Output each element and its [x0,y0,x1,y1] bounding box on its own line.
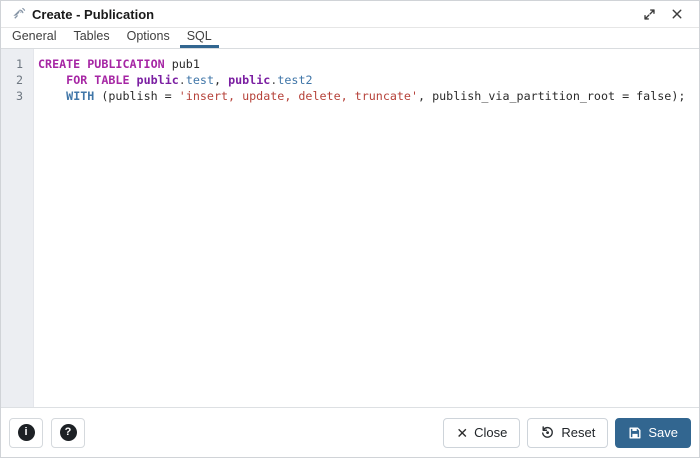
line-number-gutter: 1 2 3 [1,49,34,407]
close-dialog-button[interactable]: ✕ Close [443,417,521,448]
line-number: 3 [15,89,23,103]
code-token: , [213,73,229,87]
publication-satellite-icon [11,7,26,22]
reset-button-label: Reset [561,425,596,440]
line-number: 2 [15,73,23,87]
save-button[interactable]: Save [615,417,691,448]
code-token: public [228,73,271,87]
close-icon [672,9,682,19]
close-button-label: Close [474,425,508,440]
code-line[interactable]: FOR TABLE public.test, public.test2 [38,72,699,88]
line-number: 1 [15,57,23,71]
code-line[interactable]: CREATE PUBLICATION pub1 [38,56,699,72]
tab-general[interactable]: General [5,28,63,48]
code-token: (publish = [94,89,179,103]
help-button[interactable]: ? [51,417,85,448]
dialog-title: Create - Publication [32,6,155,22]
code-token: WITH [66,89,95,103]
tab-bar: General Tables Options SQL [1,28,699,49]
code-token: test2 [277,73,313,87]
code-line[interactable]: WITH (publish = 'insert, update, delete,… [38,88,699,104]
code-token: FOR TABLE [66,73,130,87]
sql-editor[interactable]: 1 2 3 CREATE PUBLICATION pub1 FOR TABLE pu… [1,49,699,407]
reset-icon [542,426,554,438]
info-icon: i [17,424,35,441]
reset-button[interactable]: Reset [527,417,609,448]
close-button[interactable] [667,4,687,24]
code-token: 'insert, update, delete, truncate' [178,89,419,103]
info-button[interactable]: i [9,417,43,448]
save-button-label: Save [648,425,678,440]
maximize-button[interactable] [639,4,659,24]
code-token: , publish_via_partition_root = false); [418,89,686,103]
save-icon [629,426,641,439]
close-x-icon: ✕ [456,424,469,441]
title-bar: Create - Publication [1,1,699,28]
code-token: CREATE PUBLICATION [38,57,165,71]
tab-tables[interactable]: Tables [66,28,116,48]
create-publication-dialog: Create - Publication General Tables Option… [0,0,700,458]
expand-diagonal-icon [643,8,655,20]
code-token: test [185,73,214,87]
footer: i ? ✕ Close Reset Save [1,407,699,457]
tab-sql[interactable]: SQL [179,28,219,48]
sql-code[interactable]: CREATE PUBLICATION pub1 FOR TABLE public… [34,49,699,407]
help-icon: ? [59,424,77,441]
code-token: . [178,73,186,87]
code-token: pub1 [164,57,200,71]
tab-options[interactable]: Options [120,28,177,48]
code-token: public [136,73,179,87]
